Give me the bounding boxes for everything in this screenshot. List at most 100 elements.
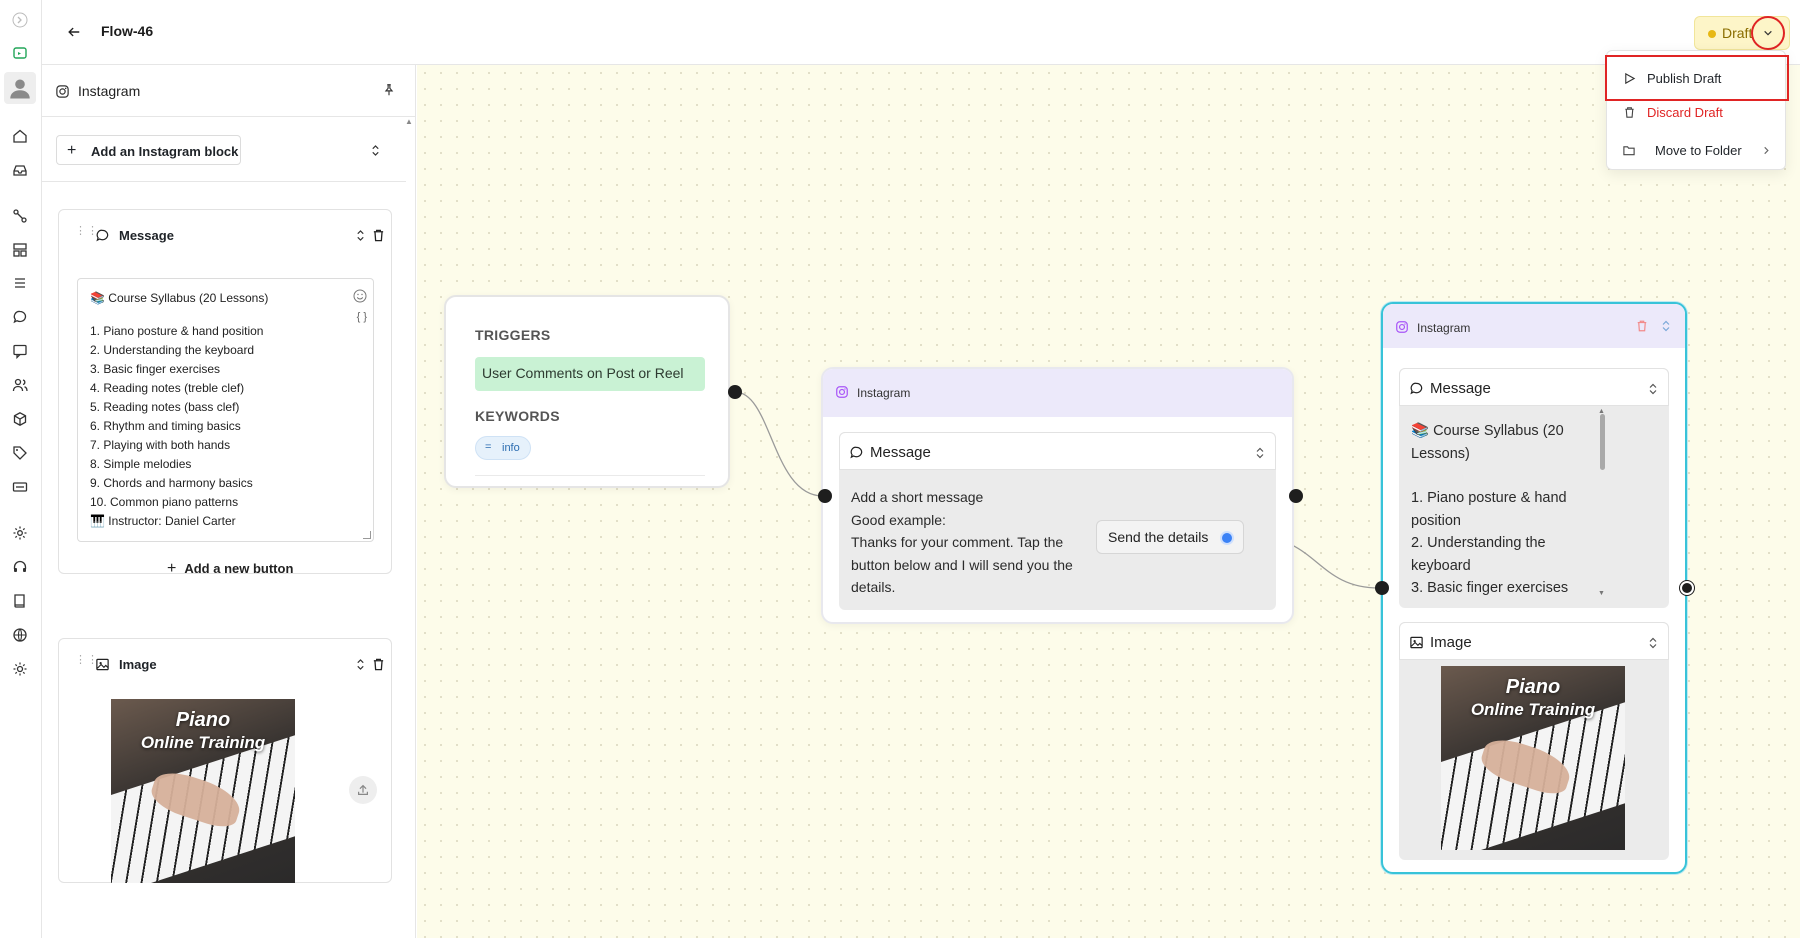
reorder-icon[interactable] [355,229,367,243]
delete-icon[interactable] [372,228,386,244]
pin-icon[interactable] [382,83,398,99]
image-icon [1409,635,1424,650]
globe-icon[interactable] [9,624,31,646]
headset-icon[interactable] [9,556,31,578]
resize-handle[interactable] [363,531,371,539]
sub-block-title: Message [870,444,931,461]
image-card-title: Image [119,657,157,672]
templates-icon[interactable] [9,239,31,261]
node-title: Instagram [857,386,911,400]
chevron-down-icon [1764,30,1772,36]
expand-collapse-icon[interactable] [1648,382,1658,395]
image-sub-block[interactable]: Image Piano Online Training [1399,622,1669,860]
message-line: 7. Playing with both hands [90,438,231,452]
draft-status-badge[interactable]: Draft [1694,16,1790,50]
message-line: 9. Chords and harmony basics [90,476,253,490]
message-line: 6. Rhythm and timing basics [90,419,241,433]
drag-handle-icon[interactable]: ⋮⋮ [75,655,98,672]
list-icon[interactable] [9,272,31,294]
ig1-output-port[interactable] [1289,489,1303,503]
emoji-icon[interactable] [353,289,367,303]
send-details-label: Send the details [1108,529,1209,545]
discard-draft-item[interactable]: Discard Draft [1607,93,1785,131]
add-new-button[interactable]: + Add a new button [167,560,293,578]
tag-icon[interactable] [9,442,31,464]
instagram-message-node[interactable]: Instagram Message Add a short message Go… [821,367,1294,624]
left-rail [0,0,42,938]
scroll-up-arrow[interactable]: ▲ [405,117,413,126]
send-details-button[interactable]: Send the details [1096,520,1244,554]
flows-icon[interactable] [9,205,31,227]
settings-icon[interactable] [9,522,31,544]
message-line: 3. Basic finger exercises [90,362,221,376]
expand-collapse-icon[interactable] [1255,446,1265,459]
message-text: 📚 Course Syllabus (20 Lessons) 1. Piano … [90,289,268,531]
node-header: Instagram [823,369,1292,417]
message-line: 2. Understanding the keyboard [90,343,255,357]
piano-image: Piano Online Training [1441,666,1625,850]
message-sub-block[interactable]: Message Add a short message Good example… [839,432,1276,610]
move-to-folder-item[interactable]: Move to Folder [1607,131,1785,169]
play-icon [1621,70,1637,86]
inbox-icon[interactable] [9,159,31,181]
publish-draft-label: Publish Draft [1647,70,1722,86]
flow-title[interactable]: Flow-46 [101,23,153,39]
panel-header: Instagram [42,65,415,117]
flow-canvas[interactable]: TRIGGERS User Comments on Post or Reel K… [417,65,1800,938]
scrollbar-thumb[interactable] [1600,414,1605,470]
image-caption-2: Online Training [140,733,266,752]
ig2-output-port[interactable] [1680,581,1694,595]
bot-icon[interactable] [9,42,31,64]
add-instagram-block-button[interactable]: + Add an Instagram block [56,135,241,165]
expand-collapse-icon[interactable] [1661,319,1671,333]
avatar[interactable] [4,72,36,104]
expand-collapse-icon[interactable] [370,144,382,156]
expand-collapse-icon[interactable] [1648,636,1658,649]
node-header: Instagram [1383,304,1685,348]
home-icon[interactable] [9,125,31,147]
triggers-output-port[interactable] [728,385,742,399]
instagram-icon [55,84,71,100]
cube-icon[interactable] [9,408,31,430]
variables-button[interactable]: { } [357,311,367,323]
drag-handle-icon[interactable]: ⋮⋮ [75,226,98,243]
contacts-icon[interactable] [9,374,31,396]
delete-icon[interactable] [372,657,386,673]
message-line: 2. Understanding the keyboard [1411,535,1546,574]
keyword-pill[interactable]: = info [475,436,531,460]
draft-menu-toggle[interactable] [1751,16,1785,50]
message-line: 1. Piano posture & hand position [1411,490,1567,529]
ig2-input-port[interactable] [1375,581,1389,595]
triggers-node[interactable]: TRIGGERS User Comments on Post or Reel K… [444,295,730,488]
sun-icon[interactable] [9,658,31,680]
keyboard-icon[interactable] [9,476,31,498]
draft-dropdown-menu: Publish Draft Discard Draft Move to Fold… [1605,50,1789,170]
scroll-down-arrow[interactable]: ▼ [1598,590,1605,597]
instagram-syllabus-node[interactable]: Instagram Message 📚 Course Syllabus (20 … [1381,302,1687,874]
draft-label: Draft [1722,25,1753,41]
divider [475,475,705,476]
message-line: 8. Simple melodies [90,457,192,471]
chat-icon[interactable] [9,306,31,328]
message-sub-block[interactable]: Message 📚 Course Syllabus (20 Lessons) 1… [1399,368,1669,608]
button-output-port[interactable] [1220,531,1234,545]
message-line: 📚 Course Syllabus (20 Lessons) [1411,423,1564,462]
keywords-label: KEYWORDS [475,408,560,424]
collapse-icon[interactable] [9,9,31,31]
back-arrow-icon[interactable] [64,22,84,42]
block-editor-panel: Instagram ▲ + Add an Instagram block ⋮⋮ … [42,65,416,938]
node-title: Instagram [1417,321,1471,335]
upload-icon[interactable] [349,776,377,804]
book-icon[interactable] [9,590,31,612]
trigger-pill[interactable]: User Comments on Post or Reel [475,357,705,391]
trash-icon [1621,104,1637,120]
messages-icon[interactable] [9,340,31,362]
ig1-input-port[interactable] [818,489,832,503]
message-textarea[interactable]: 📚 Course Syllabus (20 Lessons) 1. Piano … [77,278,374,542]
delete-icon[interactable] [1636,319,1649,334]
message-line: Good example: [851,511,946,528]
sub-block-title: Image [1430,634,1472,651]
panel-title: Instagram [78,83,141,99]
sub-block-title: Message [1430,380,1491,397]
reorder-icon[interactable] [355,658,367,672]
